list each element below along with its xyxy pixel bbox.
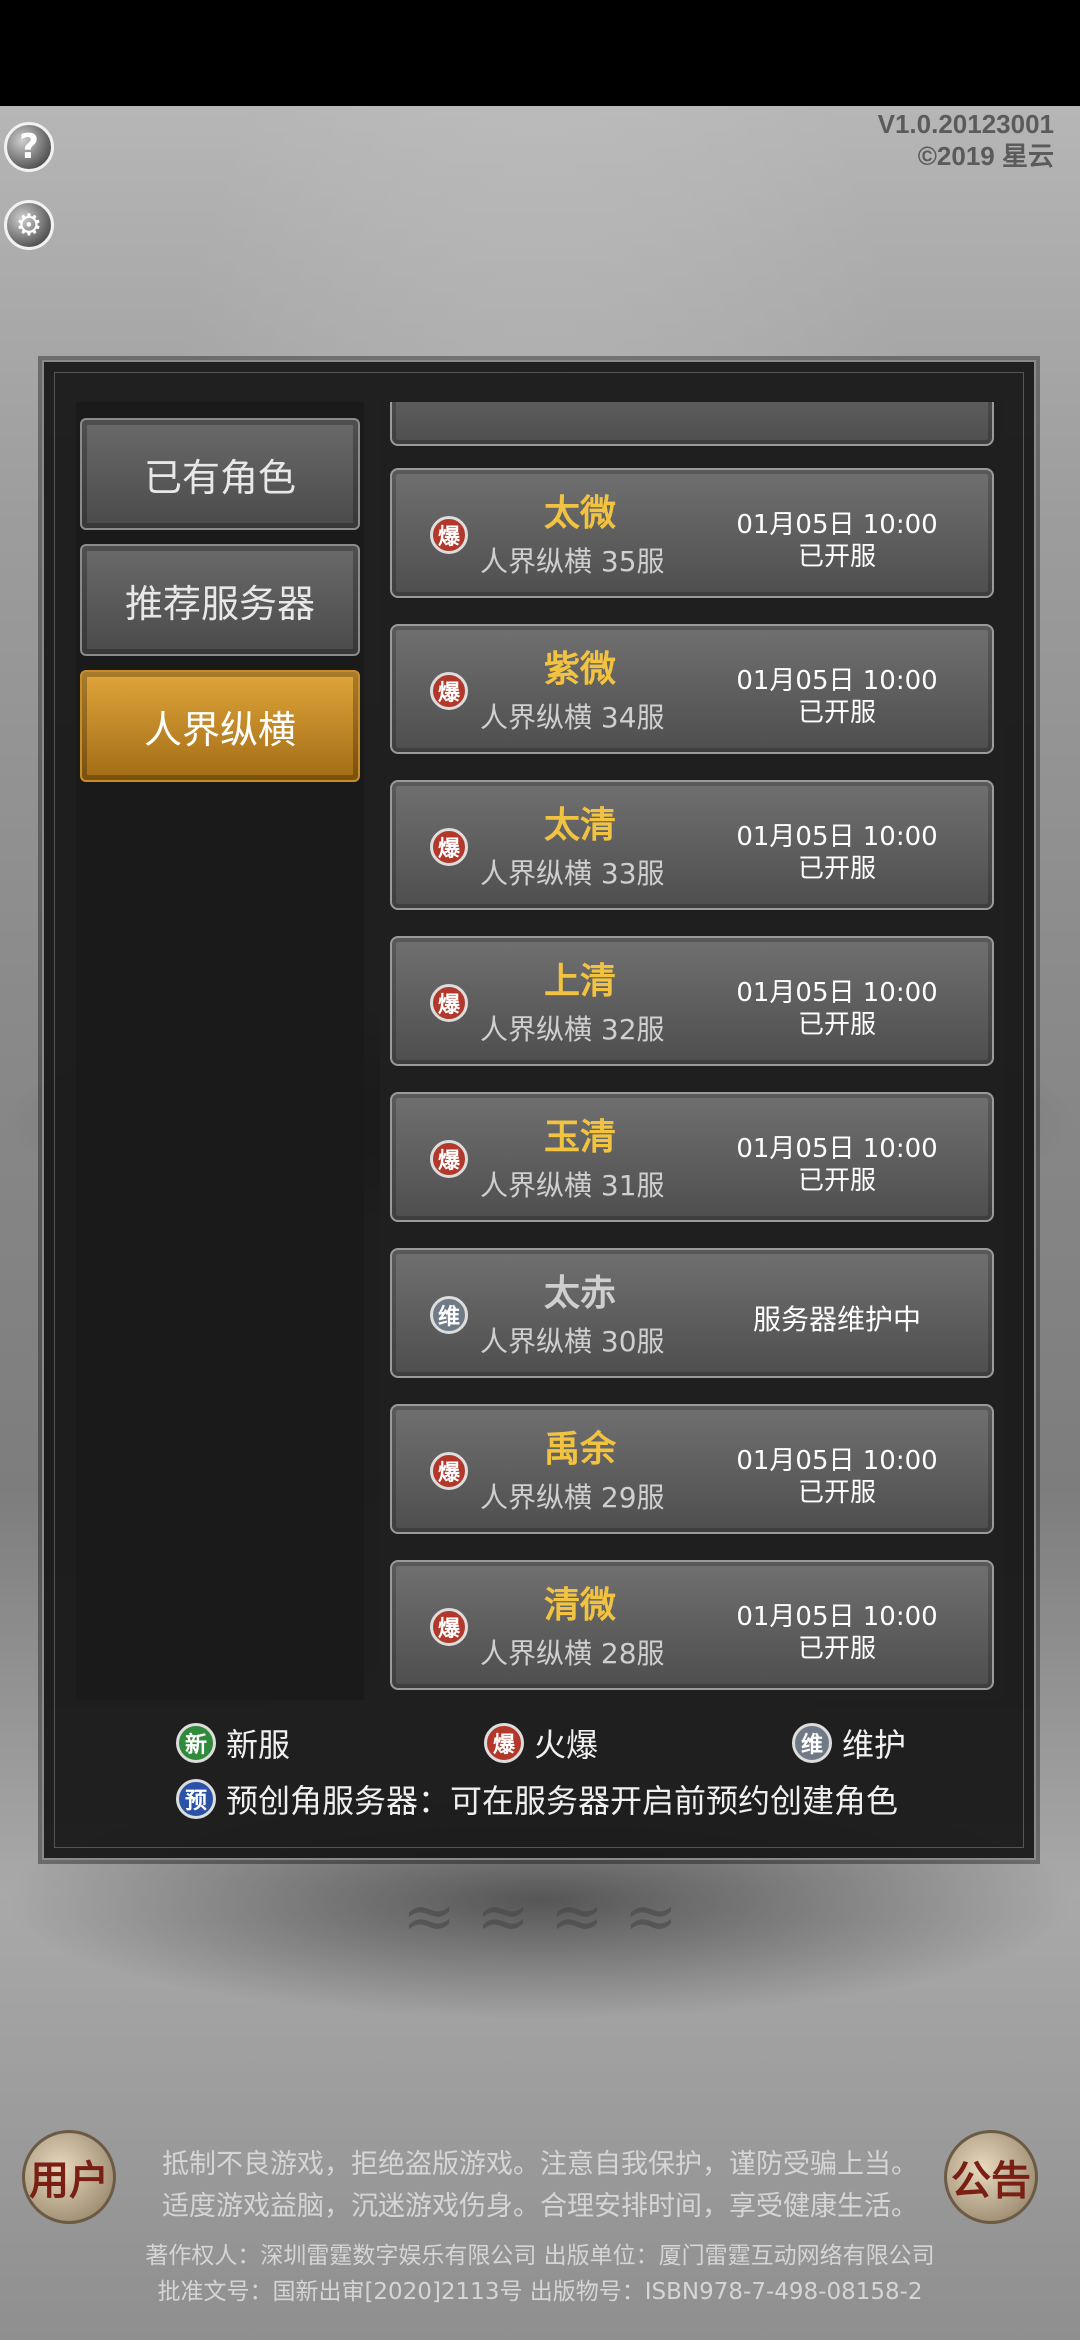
server-name: 上清: [543, 960, 616, 1002]
server-row[interactable]: 爆 玉清 人界纵横 31服 01月05日 10:00 已开服: [390, 1092, 994, 1222]
server-status: 已开服: [797, 1634, 876, 1664]
server-status: 已开服: [797, 1478, 876, 1508]
hot-badge-icon: 爆: [430, 984, 468, 1022]
server-list[interactable]: 爆 太微 人界纵横 35服 01月05日 10:00 已开服 爆 紫微 人界纵横…: [380, 402, 1004, 1700]
server-row[interactable]: 爆 太清 人界纵横 33服 01月05日 10:00 已开服: [390, 780, 994, 910]
server-status: 已开服: [797, 854, 876, 884]
copyright-text: ©2019 星云: [917, 141, 1054, 171]
tab-recommended-servers[interactable]: 推荐服务器: [80, 544, 360, 656]
server-row[interactable]: 爆 禹余 人界纵横 29服 01月05日 10:00 已开服: [390, 1404, 994, 1534]
game-title-art: ≈ ≈ ≈ ≈: [402, 1880, 678, 1954]
wrench-glyph: ⚙: [15, 207, 43, 243]
health-notice-line1: 抵制不良游戏，拒绝盗版游戏。注意自我保护，谨防受骗上当。: [162, 2149, 918, 2180]
server-number: 人界纵横 32服: [480, 1013, 665, 1046]
server-number: 人界纵横 28服: [480, 1637, 665, 1670]
hot-badge-icon: 爆: [430, 828, 468, 866]
server-name: 玉清: [543, 1116, 616, 1158]
server-status: 已开服: [797, 1166, 876, 1196]
server-row[interactable]: 维 太赤 人界纵横 30服 服务器维护中: [390, 1248, 994, 1378]
server-status: 已开服: [797, 1010, 876, 1040]
legend-maintenance: 维 维护: [792, 1720, 906, 1766]
server-number: 人界纵横 30服: [480, 1325, 665, 1358]
legend-new-label: 新服: [226, 1726, 291, 1764]
settings-icon[interactable]: ⚙: [4, 200, 54, 250]
tab-renjie-zongheng[interactable]: 人界纵横: [80, 670, 360, 782]
server-legend: 新 新服 爆 火爆 维 维护 预 预创角服务器：可在服务器开启前预约创建角色: [0, 1720, 1080, 1830]
precreate-badge-icon: 预: [176, 1779, 216, 1819]
hot-badge-icon: 爆: [430, 1452, 468, 1490]
server-status: 已开服: [797, 542, 876, 572]
server-row[interactable]: 爆 太微 人界纵横 35服 01月05日 10:00 已开服: [390, 468, 994, 598]
server-status: 服务器维护中: [752, 1303, 921, 1336]
maintenance-badge-icon: 维: [430, 1296, 468, 1334]
legend-new: 新 新服: [176, 1720, 290, 1766]
hot-badge-icon: 爆: [430, 1140, 468, 1178]
server-name: 太微: [543, 492, 616, 534]
help-glyph: ?: [19, 127, 39, 167]
hot-badge-icon: 爆: [430, 1608, 468, 1646]
server-row[interactable]: 爆 紫微 人界纵横 34服 01月05日 10:00 已开服: [390, 624, 994, 754]
server-number: 人界纵横 34服: [480, 701, 665, 734]
server-number: 人界纵横 35服: [480, 545, 665, 578]
server-row[interactable]: 爆 清微 人界纵横 28服 01月05日 10:00 已开服: [390, 1560, 994, 1690]
version-number: V1.0.20123001: [877, 109, 1054, 139]
server-number: 人界纵横 31服: [480, 1169, 665, 1202]
server-row[interactable]: 爆 上清 人界纵横 32服 01月05日 10:00 已开服: [390, 936, 994, 1066]
server-row-partial[interactable]: [390, 402, 994, 446]
server-name: 禹余: [543, 1428, 616, 1470]
new-badge-icon: 新: [176, 1723, 216, 1763]
hot-badge-icon: 爆: [430, 672, 468, 710]
tab-existing-characters[interactable]: 已有角色: [80, 418, 360, 530]
hot-badge-icon: 爆: [484, 1723, 524, 1763]
server-name: 太赤: [543, 1272, 616, 1314]
maintenance-badge-icon: 维: [792, 1723, 832, 1763]
server-name: 太清: [543, 804, 616, 846]
legend-precreate: 预 预创角服务器：可在服务器开启前预约创建角色: [176, 1776, 898, 1822]
version-info: V1.0.20123001 ©2019 星云: [878, 108, 1054, 172]
legend-hot: 爆 火爆: [484, 1720, 598, 1766]
server-number: 人界纵横 29服: [480, 1481, 665, 1514]
server-status: 已开服: [797, 698, 876, 728]
server-name: 紫微: [543, 648, 616, 690]
server-name: 清微: [543, 1584, 616, 1626]
legend-maintenance-label: 维护: [842, 1726, 907, 1764]
copyright-owner: 著作权人：深圳雷霆数字娱乐有限公司 出版单位：厦门雷霆互动网络有限公司: [145, 2243, 935, 2269]
approval-number: 批准文号：国新出审[2020]2113号 出版物号：ISBN978-7-498-…: [157, 2279, 923, 2305]
health-notice-line2: 适度游戏益脑，沉迷游戏伤身。合理安排时间，享受健康生活。: [162, 2191, 918, 2222]
server-number: 人界纵横 33服: [480, 857, 665, 890]
legend-precreate-label: 预创角服务器：可在服务器开启前预约创建角色: [226, 1782, 899, 1820]
hot-badge-icon: 爆: [430, 516, 468, 554]
help-icon[interactable]: ?: [4, 122, 54, 172]
legend-hot-label: 火爆: [534, 1726, 599, 1764]
